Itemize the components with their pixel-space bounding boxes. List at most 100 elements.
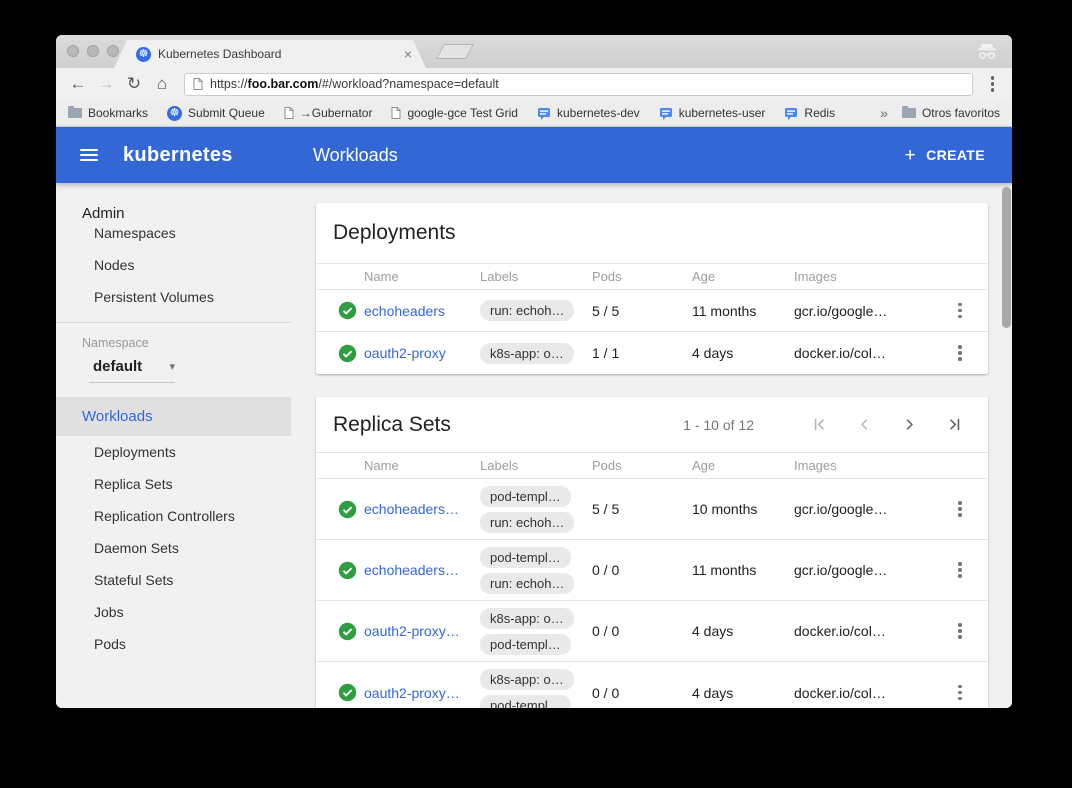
status-ok-icon <box>330 683 364 702</box>
bookmarks-bar: Bookmarks ☸ Submit Queue →Gubernator goo… <box>56 100 1012 127</box>
folder-icon <box>902 108 916 118</box>
bookmarks-overflow-icon[interactable]: » <box>880 105 888 121</box>
replica-set-link[interactable]: echoheaders… <box>364 562 480 578</box>
pods-cell: 0 / 0 <box>592 562 692 578</box>
row-menu-icon[interactable] <box>954 299 966 323</box>
label-chip: run: echoh… <box>480 573 574 594</box>
namespace-select[interactable]: default ▾ <box>89 358 175 383</box>
last-page-icon[interactable] <box>945 415 964 434</box>
pods-cell: 5 / 5 <box>592 303 692 319</box>
browser-tab[interactable]: ☸ Kubernetes Dashboard × <box>114 40 426 68</box>
col-images: Images <box>794 458 932 473</box>
next-page-icon[interactable] <box>900 415 919 434</box>
status-ok-icon <box>330 500 364 519</box>
pods-cell: 5 / 5 <box>592 501 692 517</box>
row-menu-icon[interactable] <box>954 497 966 521</box>
bookmark-otros-favoritos[interactable]: Otros favoritos <box>902 106 1000 120</box>
sidebar-item-replica-sets[interactable]: Replica Sets <box>56 468 291 500</box>
images-cell: gcr.io/google… <box>794 501 932 517</box>
group-icon <box>659 107 673 120</box>
sidebar-item-pods[interactable]: Pods <box>56 628 291 660</box>
page-icon <box>284 107 294 119</box>
scrollbar-thumb[interactable] <box>1002 187 1011 328</box>
age-cell: 11 months <box>692 303 794 319</box>
namespace-value: default <box>93 358 142 375</box>
table-row: echoheaders run: echoh… 5 / 5 11 months … <box>316 290 988 332</box>
page-icon <box>193 78 203 90</box>
reload-icon[interactable]: ↻ <box>122 72 146 96</box>
card-title-replica-sets: Replica Sets <box>333 413 451 437</box>
bookmark-google-gce-test-grid[interactable]: google-gce Test Grid <box>391 106 518 120</box>
col-pods: Pods <box>592 458 692 473</box>
bookmark-kubernetes-dev[interactable]: kubernetes-dev <box>537 106 640 120</box>
main-area: Deployments Name Labels Pods Age Images … <box>291 183 1012 708</box>
row-menu-icon[interactable] <box>954 558 966 582</box>
deployments-card: Deployments Name Labels Pods Age Images … <box>316 203 988 374</box>
menu-icon[interactable] <box>80 149 98 161</box>
url-host: foo.bar.com <box>248 77 319 91</box>
group-icon <box>784 107 798 120</box>
plus-icon: + <box>905 146 917 165</box>
bookmark-redis[interactable]: Redis <box>784 106 835 120</box>
new-tab-button[interactable] <box>436 44 474 59</box>
back-icon[interactable]: ← <box>66 72 90 96</box>
label-chip: run: echoh… <box>480 300 574 321</box>
age-cell: 10 months <box>692 501 794 517</box>
url-path: /#/workload?namespace=default <box>318 77 498 91</box>
table-header: Name Labels Pods Age Images <box>316 263 988 290</box>
row-menu-icon[interactable] <box>954 619 966 643</box>
sidebar-item-persistent-volumes[interactable]: Persistent Volumes <box>56 281 291 313</box>
row-menu-icon[interactable] <box>954 681 966 705</box>
deployment-link[interactable]: echoheaders <box>364 303 480 319</box>
age-cell: 11 months <box>692 562 794 578</box>
images-cell: docker.io/col… <box>794 685 932 701</box>
incognito-icon <box>976 43 998 65</box>
images-cell: docker.io/col… <box>794 345 932 361</box>
minimize-window-icon[interactable] <box>87 45 99 57</box>
sidebar-item-replication-controllers[interactable]: Replication Controllers <box>56 500 291 532</box>
col-pods: Pods <box>592 269 692 284</box>
deployment-link[interactable]: oauth2-proxy <box>364 345 480 361</box>
home-icon[interactable]: ⌂ <box>150 72 174 96</box>
sidebar-item-nodes[interactable]: Nodes <box>56 249 291 281</box>
create-button[interactable]: + CREATE <box>905 146 985 165</box>
replica-set-link[interactable]: echoheaders… <box>364 501 480 517</box>
browser-menu-icon[interactable] <box>983 72 1003 96</box>
page-icon <box>391 107 401 119</box>
sidebar-item-daemon-sets[interactable]: Daemon Sets <box>56 532 291 564</box>
col-labels: Labels <box>480 458 592 473</box>
status-ok-icon <box>330 344 364 363</box>
images-cell: gcr.io/google… <box>794 303 932 319</box>
close-tab-icon[interactable]: × <box>404 47 412 61</box>
age-cell: 4 days <box>692 623 794 639</box>
status-ok-icon <box>330 622 364 641</box>
bookmark-submit-queue[interactable]: ☸ Submit Queue <box>167 106 265 121</box>
forward-icon: → <box>94 72 118 96</box>
label-chip: pod-templ… <box>480 634 571 655</box>
pagination: 1 - 10 of 12 <box>683 415 964 434</box>
sidebar-item-workloads[interactable]: Workloads <box>56 397 291 436</box>
label-chip: pod-templ… <box>480 695 571 708</box>
page-content: Admin Namespaces Nodes Persistent Volume… <box>56 183 1012 708</box>
sidebar-item-stateful-sets[interactable]: Stateful Sets <box>56 564 291 596</box>
sidebar-item-jobs[interactable]: Jobs <box>56 596 291 628</box>
bookmark-bookmarks[interactable]: Bookmarks <box>68 106 148 120</box>
col-name: Name <box>364 458 480 473</box>
kubernetes-icon: ☸ <box>136 47 151 62</box>
first-page-icon <box>810 415 829 434</box>
tab-title: Kubernetes Dashboard <box>158 47 404 61</box>
close-window-icon[interactable] <box>67 45 79 57</box>
bookmark-kubernetes-user[interactable]: kubernetes-user <box>659 106 766 120</box>
sidebar-item-admin[interactable]: Admin <box>56 183 291 217</box>
group-icon <box>537 107 551 120</box>
row-menu-icon[interactable] <box>954 341 966 365</box>
replica-set-link[interactable]: oauth2-proxy… <box>364 685 480 701</box>
replica-set-link[interactable]: oauth2-proxy… <box>364 623 480 639</box>
url-scheme: https:// <box>210 77 248 91</box>
sidebar-item-deployments[interactable]: Deployments <box>56 436 291 468</box>
pods-cell: 1 / 1 <box>592 345 692 361</box>
address-bar[interactable]: https://foo.bar.com/#/workload?namespace… <box>184 73 973 96</box>
zoom-window-icon[interactable] <box>107 45 119 57</box>
bookmark-gubernator[interactable]: →Gubernator <box>284 106 373 120</box>
pods-cell: 0 / 0 <box>592 685 692 701</box>
